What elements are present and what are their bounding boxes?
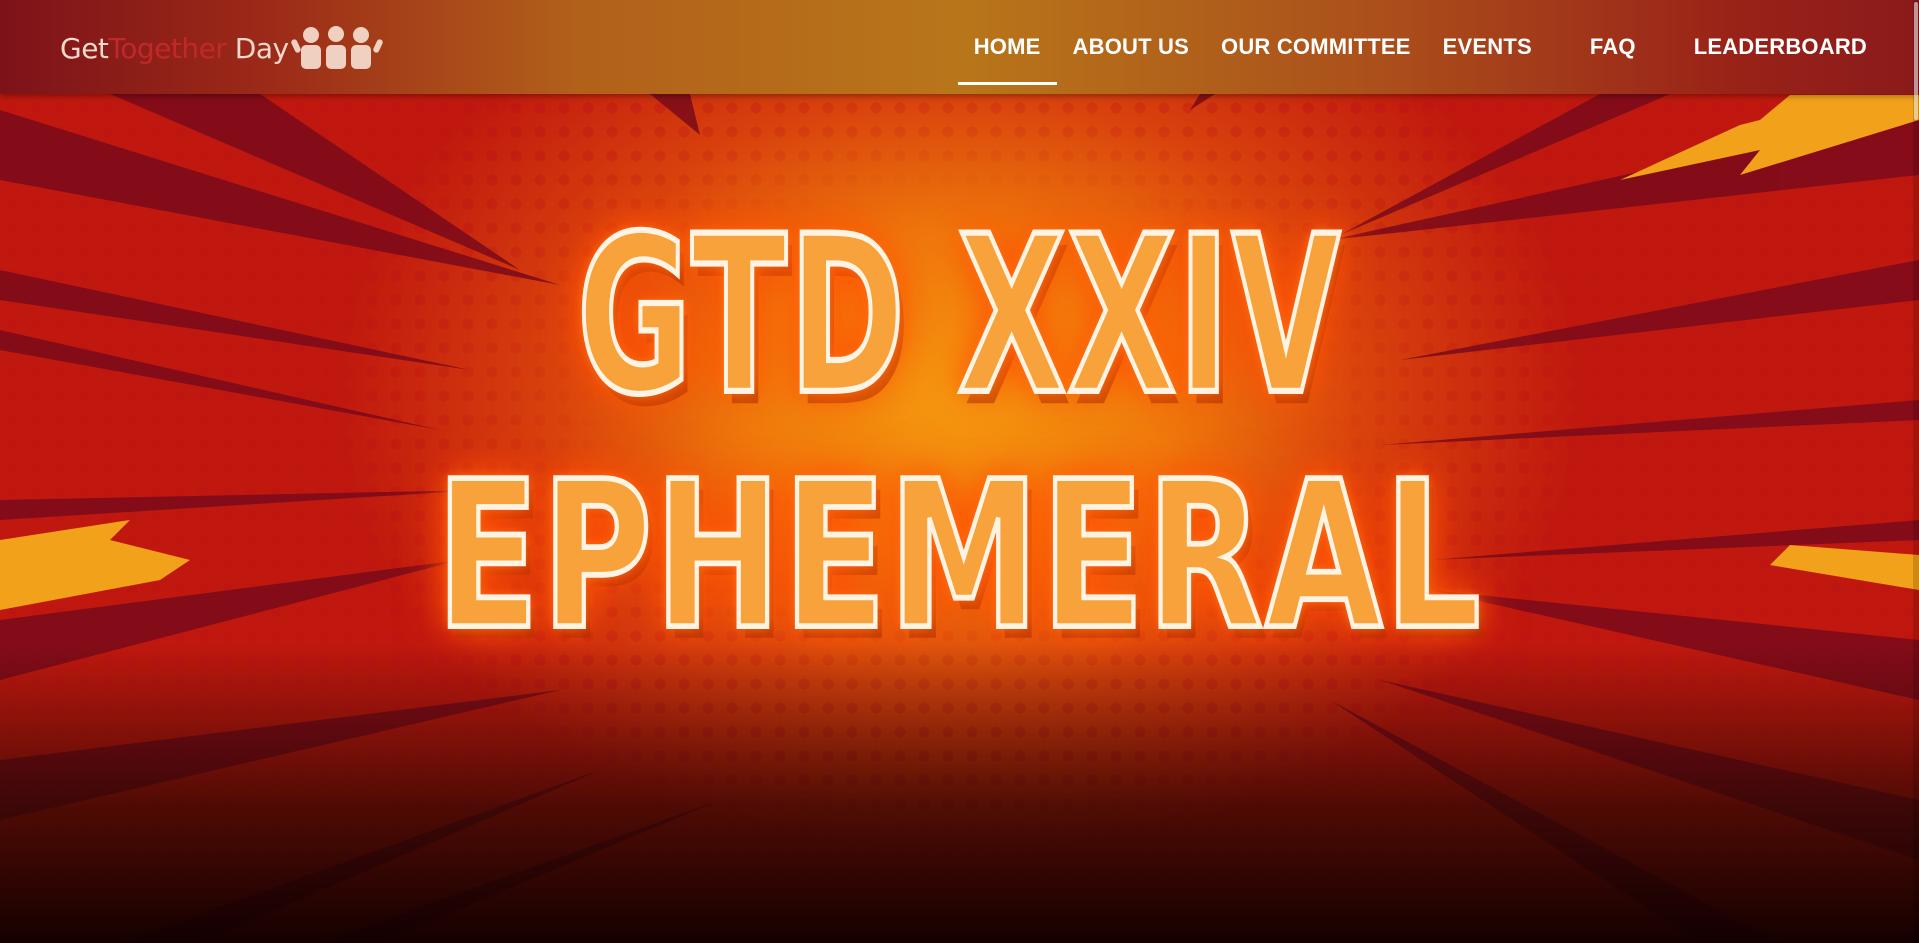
people-group-icon (290, 26, 383, 69)
nav-events[interactable]: EVENTS (1427, 34, 1548, 60)
nav-leaderboard[interactable]: LEADERBOARD (1678, 34, 1883, 60)
hero-banner: GTD XXIV EPHEMERAL (0, 0, 1919, 943)
nav-about-us[interactable]: ABOUT US (1057, 34, 1206, 60)
hero-title-line2: EPHEMERAL (434, 439, 1483, 676)
nav-our-committee[interactable]: OUR COMMITTEE (1205, 34, 1427, 60)
bottom-shadow (0, 643, 1919, 943)
logo-together-text: Together (108, 31, 227, 65)
main-nav: HOME ABOUT US OUR COMMITTEE EVENTS FAQ L… (957, 0, 1883, 94)
nav-home[interactable]: HOME (957, 34, 1057, 85)
logo-day-text: Day (234, 31, 289, 65)
top-navbar: GetTogether Day HOME ABOUT US OUR COMMIT… (0, 0, 1919, 94)
site-logo[interactable]: GetTogether Day (60, 24, 383, 72)
hero-title-line1: GTD XXIV (575, 190, 1343, 444)
logo-wordmark: GetTogether Day (60, 32, 289, 65)
nav-faq[interactable]: FAQ (1574, 34, 1652, 60)
page-scrollbar[interactable] (1913, 0, 1919, 943)
logo-get-text: Get (60, 31, 109, 65)
scrollbar-thumb[interactable] (1914, 2, 1918, 120)
